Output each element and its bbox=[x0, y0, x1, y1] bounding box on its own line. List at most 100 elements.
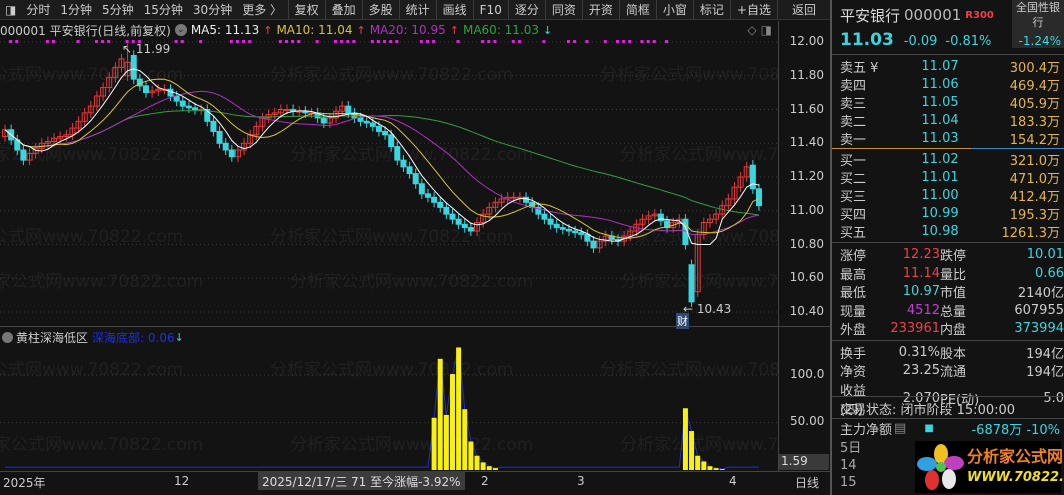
toolbar-button[interactable]: 叠加 bbox=[324, 0, 362, 20]
price-axis-label: 12.00 bbox=[789, 34, 824, 48]
window-icon[interactable]: ◨ bbox=[761, 23, 772, 37]
signal-mark bbox=[487, 40, 491, 43]
order-row[interactable]: 卖二 11.04 183.3万 bbox=[832, 111, 1064, 130]
stat-label: 内盘 bbox=[940, 323, 967, 338]
period-tab[interactable]: 更多 〉 bbox=[237, 1, 287, 18]
signal-mark bbox=[278, 40, 282, 43]
candle-body bbox=[584, 233, 591, 242]
candle-body bbox=[523, 196, 530, 203]
period-tab[interactable]: 5分钟 bbox=[97, 1, 139, 18]
signal-mark bbox=[180, 40, 184, 43]
ma5-label: MA5: 11.13 bbox=[190, 23, 260, 37]
indicator-bar bbox=[474, 455, 480, 470]
candle-body bbox=[755, 188, 762, 207]
stat-value: 4512 bbox=[906, 302, 940, 318]
stat-label: 总量 bbox=[940, 304, 967, 320]
signal-mark bbox=[76, 40, 80, 43]
period-tab[interactable]: 30分钟 bbox=[188, 1, 237, 18]
indicator-bar bbox=[689, 431, 695, 470]
order-price: 11.02 bbox=[921, 151, 959, 167]
settings-circle-icon[interactable] bbox=[2, 332, 13, 343]
toolbar-button[interactable]: 多股 bbox=[361, 0, 399, 20]
signal-mark bbox=[199, 40, 203, 43]
stat-label: 跌停 bbox=[940, 249, 967, 264]
indicator-bar bbox=[695, 455, 701, 470]
signal-mark bbox=[352, 40, 356, 43]
stat-label: 涨停 bbox=[840, 249, 867, 264]
candle-body bbox=[510, 196, 517, 199]
list-icon[interactable]: ▤ bbox=[894, 421, 906, 436]
capital-flow-row: 主力净额 ▤ ■ -6878万 -10% bbox=[832, 419, 1064, 438]
toolbar-button[interactable]: 同资 bbox=[544, 0, 582, 20]
order-row[interactable]: 买四 10.99 195.3万 bbox=[832, 204, 1064, 223]
order-row[interactable]: 卖一 11.03 154.2万 bbox=[832, 129, 1064, 148]
toolbar-button[interactable]: 标记 bbox=[692, 0, 730, 20]
toolbar-button[interactable]: 画线 bbox=[435, 0, 473, 20]
signal-mark bbox=[628, 40, 632, 43]
toolbar-button[interactable]: 复权 bbox=[287, 0, 325, 20]
trade-status: 交易状态: 闭市阶段 15:00:00 bbox=[840, 402, 1016, 418]
order-level: 卖二 bbox=[840, 114, 867, 130]
toolbar-button[interactable]: F10 bbox=[472, 0, 508, 20]
chart-header: 000001 平安银行(日线,前复权) ⌄ MA5: 11.13 ↑ MA10: … bbox=[0, 21, 778, 39]
toolbar-button[interactable]: +自选 bbox=[729, 0, 777, 20]
signal-mark bbox=[242, 40, 246, 43]
order-level: 卖一 bbox=[840, 132, 867, 148]
order-row[interactable]: 卖五 ¥ 11.07 300.4万 bbox=[832, 57, 1064, 76]
x-label: 2025年 bbox=[3, 476, 46, 490]
order-row[interactable]: 买二 11.01 471.0万 bbox=[832, 168, 1064, 187]
stat-row: 最低 10.97 市值 2140亿 bbox=[832, 282, 1064, 301]
period-tab[interactable]: 1分钟 bbox=[55, 1, 97, 18]
order-row[interactable]: 卖四 11.06 469.4万 bbox=[832, 75, 1064, 94]
period-label[interactable]: 日线 bbox=[795, 474, 819, 491]
toolbar-button[interactable]: 开资 bbox=[581, 0, 619, 20]
signal-mark bbox=[315, 40, 319, 43]
candle-body bbox=[167, 88, 174, 97]
toolbar-button[interactable]: 返回 bbox=[776, 0, 830, 20]
stat-value: 0.66 bbox=[1035, 265, 1064, 281]
signal-mark bbox=[346, 40, 350, 43]
ma60-line bbox=[4, 110, 760, 216]
last-price: 11.03 bbox=[840, 30, 894, 50]
indicator-bar bbox=[682, 408, 688, 470]
indicator-line bbox=[5, 347, 759, 470]
stock-name: 平安银行 bbox=[840, 6, 901, 25]
signal-mark bbox=[376, 40, 380, 43]
period-tab[interactable]: 分时 bbox=[21, 1, 55, 18]
up-arrow-icon: ↑ bbox=[263, 23, 273, 37]
order-row[interactable]: 买三 11.00 412.4万 bbox=[832, 186, 1064, 205]
signal-mark bbox=[481, 40, 485, 43]
order-row[interactable]: 买一 11.02 321.0万 bbox=[832, 150, 1064, 169]
order-volume: 183.3万 bbox=[1009, 114, 1060, 130]
settings-circle-icon[interactable]: ⌄ bbox=[174, 24, 187, 36]
toolbar-button[interactable]: 统计 bbox=[398, 0, 436, 20]
price-axis-label: 11.60 bbox=[789, 101, 824, 116]
price-axis-label: 11.00 bbox=[789, 202, 824, 217]
indicator-bar bbox=[437, 358, 443, 470]
toolbar-button[interactable]: 逐分 bbox=[507, 0, 545, 20]
order-price: 11.00 bbox=[921, 187, 959, 203]
indicator-chart[interactable] bbox=[0, 328, 778, 471]
x-label: 3 bbox=[577, 474, 585, 488]
up-arrow-icon: ↑ bbox=[356, 23, 366, 37]
candle-body bbox=[20, 149, 27, 161]
signal-mark bbox=[101, 40, 105, 43]
order-row[interactable]: 买五 10.98 1261.3万 bbox=[832, 222, 1064, 241]
indicator-bar bbox=[431, 417, 437, 470]
stat-label: 最高 bbox=[840, 267, 867, 283]
order-row[interactable]: 卖三 11.05 405.9万 bbox=[832, 93, 1064, 112]
toolbar: ◨ 分时 1分钟 5分钟 15分钟 30分钟 更多 〉 复权 叠加 多股 统计 画线 F10 逐分 同资… bbox=[0, 0, 830, 20]
low-value: 10.43 bbox=[696, 302, 732, 316]
toolbar-button[interactable]: 简框 bbox=[618, 0, 656, 20]
candlestick-chart[interactable] bbox=[0, 38, 778, 326]
industry-badge[interactable]: 全国性银行 bbox=[1012, 0, 1064, 34]
order-level: 买三 bbox=[840, 189, 867, 205]
period-tab[interactable]: 15分钟 bbox=[139, 1, 188, 18]
candle-body bbox=[394, 146, 401, 161]
diamond-icon[interactable]: ◇ bbox=[747, 23, 756, 37]
panel-toggle-icon[interactable]: ◨ bbox=[0, 3, 21, 17]
signal-mark bbox=[107, 40, 111, 43]
stat-value: 2140亿 bbox=[1017, 286, 1064, 301]
toolbar-button[interactable]: 小窗 bbox=[655, 0, 693, 20]
candle-body bbox=[185, 105, 192, 109]
